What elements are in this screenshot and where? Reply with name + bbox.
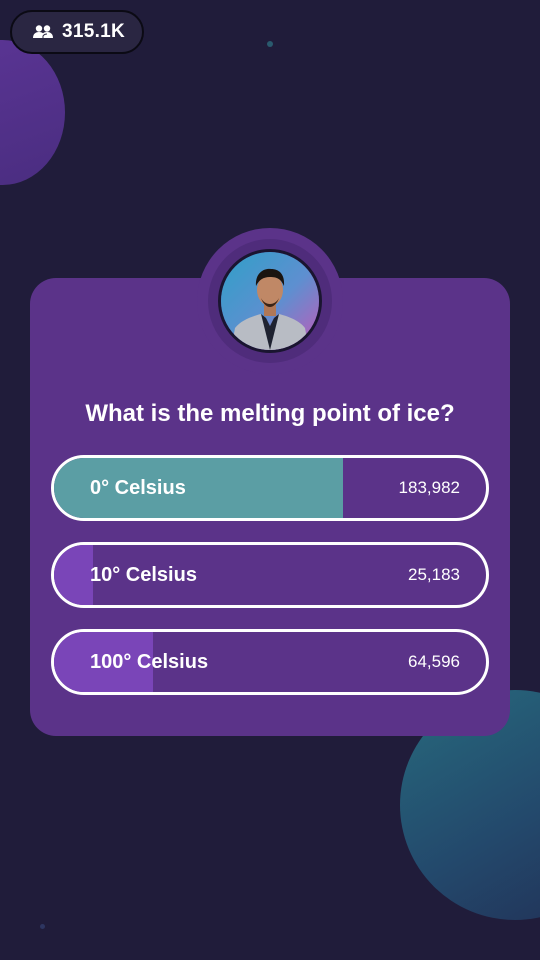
decorative-dot (40, 924, 45, 929)
answer-option[interactable]: 0° Celsius 183,982 (51, 455, 489, 521)
vote-share-bar (54, 545, 93, 605)
question-text: What is the melting point of ice? (85, 400, 455, 427)
decorative-dot (267, 41, 273, 47)
viewer-count: 315.1K (62, 21, 126, 42)
answer-label: 0° Celsius (90, 477, 186, 499)
vote-count: 183,982 (398, 478, 460, 497)
quiz-screen: 315.1K What is the melting point of ice?… (0, 0, 540, 960)
answer-option[interactable]: 100° Celsius 64,596 (51, 629, 489, 695)
viewer-count-badge[interactable]: 315.1K (10, 10, 144, 54)
vote-count: 64,596 (408, 652, 460, 671)
decorative-blob (0, 40, 65, 185)
answer-option[interactable]: 10° Celsius 25,183 (51, 542, 489, 608)
answer-label: 10° Celsius (90, 564, 197, 586)
answer-label: 100° Celsius (90, 651, 209, 673)
users-icon (32, 24, 54, 40)
host-avatar[interactable] (218, 249, 322, 353)
vote-count: 25,183 (408, 565, 460, 584)
host-avatar-ring (197, 228, 343, 374)
